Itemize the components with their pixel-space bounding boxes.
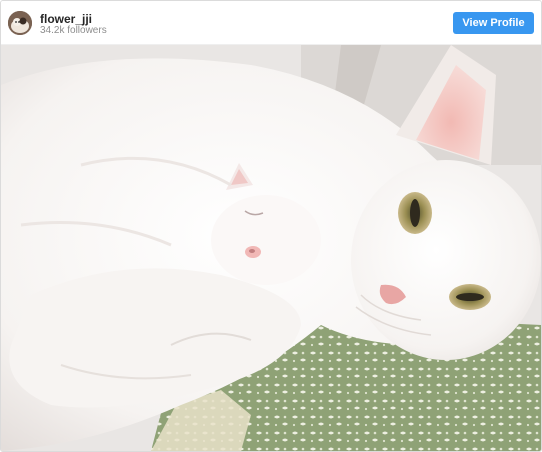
post-photo[interactable] — [1, 45, 541, 451]
avatar[interactable] — [8, 11, 32, 35]
view-profile-button[interactable]: View Profile — [453, 12, 534, 34]
avatar-cat-icon — [8, 11, 32, 35]
cat-and-kitten-image — [1, 45, 541, 451]
username[interactable]: flower_jji — [40, 12, 92, 26]
instagram-embed: flower_jji 34.2k followers View Profile — [0, 0, 542, 452]
follower-count: 34.2k followers — [40, 25, 107, 36]
post-header: flower_jji 34.2k followers View Profile — [1, 1, 541, 45]
